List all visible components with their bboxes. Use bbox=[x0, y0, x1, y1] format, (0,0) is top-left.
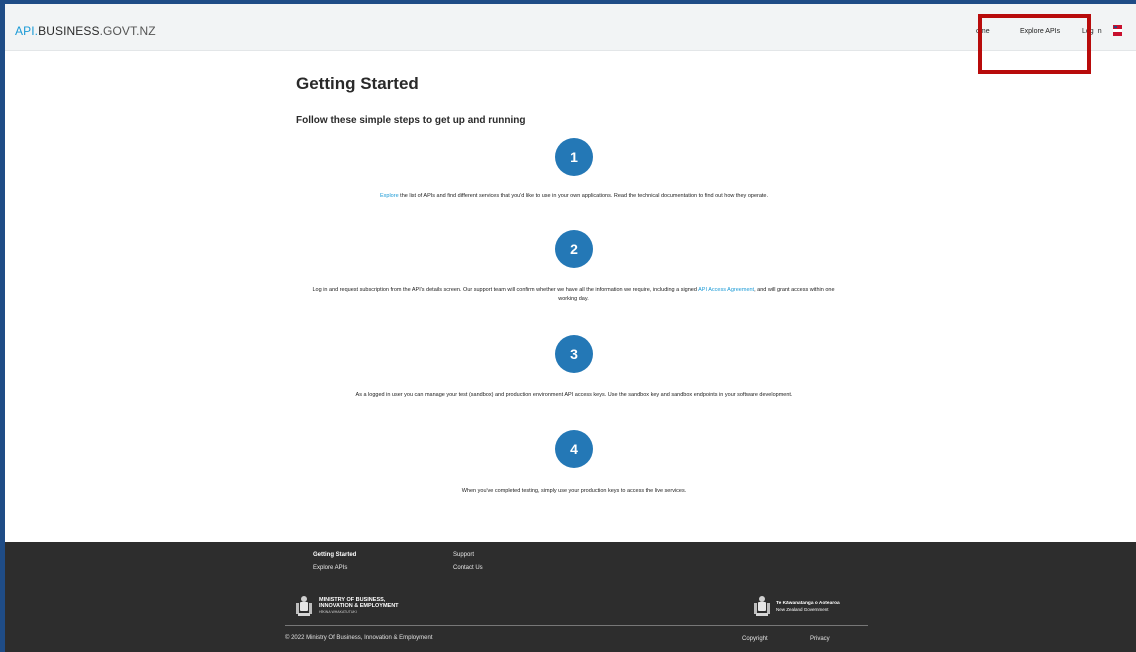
copyright-notice: © 2022 Ministry Of Business, Innovation … bbox=[285, 635, 433, 641]
logo-api: API bbox=[15, 24, 35, 38]
api-access-agreement-link[interactable]: API Access Agreement bbox=[698, 287, 754, 293]
nz-government-logo[interactable]: Te Kāwanatanga o Aotearoa New Zealand Go… bbox=[753, 595, 840, 617]
site-footer: Getting Started Explore APIs Support Con… bbox=[5, 542, 1136, 652]
step-2-badge: 2 bbox=[555, 230, 593, 268]
mbie-maori-name: HĪKINA WHAKATUTUKI bbox=[319, 610, 357, 614]
page-title: Getting Started bbox=[296, 74, 419, 93]
footer-copyright-link[interactable]: Copyright bbox=[742, 636, 768, 642]
footer-explore-apis-link[interactable]: Explore APIs bbox=[313, 565, 347, 571]
footer-divider bbox=[285, 625, 868, 626]
mbie-logo[interactable]: MINISTRY OF BUSINESS, INNOVATION & EMPLO… bbox=[295, 594, 399, 618]
footer-contact-us-link[interactable]: Contact Us bbox=[453, 565, 483, 571]
site-header: API.BUSINESS.GOVT.NZ ome Explore APIs Lo… bbox=[5, 4, 1136, 74]
step-1-body: the list of APIs and find different serv… bbox=[398, 193, 769, 199]
footer-getting-started-link[interactable]: Getting Started bbox=[313, 552, 356, 558]
nz-government-crest-icon bbox=[754, 596, 770, 616]
step-3-text: As a logged in user you can manage your … bbox=[355, 392, 793, 398]
nz-coat-of-arms-icon bbox=[296, 596, 312, 616]
step-1-text: Explore the list of APIs and find differ… bbox=[286, 192, 862, 201]
logo-business: BUSINESS bbox=[38, 24, 100, 38]
step-3-badge: 3 bbox=[555, 335, 593, 373]
nzgov-english-name: New Zealand Government bbox=[776, 606, 829, 612]
step-4-badge: 4 bbox=[555, 430, 593, 468]
logo-govt: .GOVT.NZ bbox=[99, 24, 156, 38]
step-1-badge: 1 bbox=[555, 138, 593, 176]
step-4-text: When you've completed testing, simply us… bbox=[461, 488, 687, 494]
explore-link[interactable]: Explore bbox=[380, 193, 399, 199]
nav-login-label-tail: n bbox=[1097, 28, 1102, 35]
site-logo[interactable]: API.BUSINESS.GOVT.NZ bbox=[15, 24, 156, 38]
page-subtitle: Follow these simple steps to get up and … bbox=[296, 115, 526, 126]
browser-page: API.BUSINESS.GOVT.NZ ome Explore APIs Lo… bbox=[5, 4, 1136, 652]
nzgov-maori-name: Te Kāwanatanga o Aotearoa bbox=[776, 600, 840, 606]
user-flag-icon[interactable] bbox=[1113, 25, 1122, 36]
step-2-body-before: Log in and request subscription from the… bbox=[312, 287, 699, 293]
footer-privacy-link[interactable]: Privacy bbox=[810, 636, 830, 642]
footer-support-link[interactable]: Support bbox=[453, 552, 474, 558]
nav-highlight-box bbox=[978, 14, 1091, 74]
step-2-text: Log in and request subscription from the… bbox=[305, 286, 842, 304]
